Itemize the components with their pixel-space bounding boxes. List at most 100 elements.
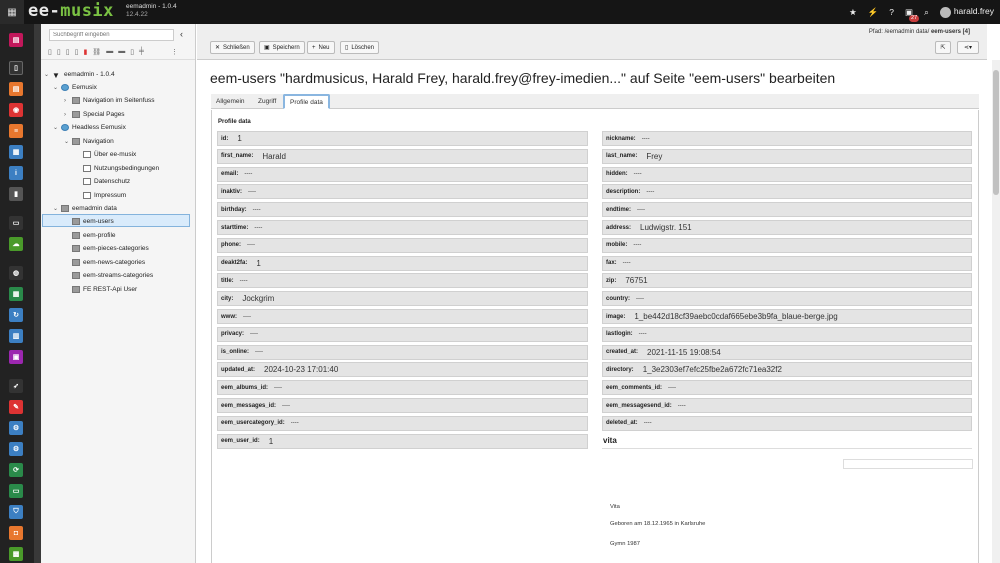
module-scrollbar[interactable]	[34, 24, 41, 563]
field-www[interactable]: www: ----	[217, 309, 588, 324]
field-eem-messagesend-id[interactable]: eem_messagesend_id: ----	[602, 398, 972, 413]
field-eem-messages-id[interactable]: eem_messages_id: ----	[217, 398, 588, 413]
scheduler-icon[interactable]: ▦	[9, 287, 23, 301]
view-module-icon[interactable]: ▤	[9, 82, 23, 96]
notifications-icon[interactable]: ▣ 27	[905, 7, 920, 22]
field-zip[interactable]: zip: 76751	[602, 273, 972, 289]
dashboard-icon[interactable]: ▤	[9, 33, 23, 47]
field-mobile[interactable]: mobile: ----	[602, 237, 972, 253]
new-button[interactable]: + Neu	[307, 41, 335, 54]
tree-node-nav-footer[interactable]: › Navigation im Seitenfuss	[64, 94, 155, 107]
field-city[interactable]: city: Jockgrim	[217, 291, 588, 307]
reload-icon[interactable]: ↻	[9, 308, 23, 322]
tree-node-eem-users[interactable]: eem-users	[72, 215, 114, 228]
field-description[interactable]: description: ----	[602, 184, 972, 200]
table-icon[interactable]: ▥	[9, 329, 23, 343]
page-module-icon[interactable]: ▯	[9, 61, 23, 75]
tab-zugriff[interactable]: Zugriff	[253, 94, 281, 109]
field-eem-user-id[interactable]: eem_user_id: 1	[217, 433, 588, 449]
caret-down-icon[interactable]: ⌄	[53, 124, 61, 131]
page-scrollbar[interactable]	[992, 60, 1000, 563]
field-eem-albums-id[interactable]: eem_albums_id: ----	[217, 380, 588, 396]
field-deleted-at[interactable]: deleted_at: ----	[602, 415, 972, 431]
caret-right-icon[interactable]: ›	[64, 98, 72, 104]
monitor-icon[interactable]: ▭	[9, 484, 23, 498]
flash-icon[interactable]: ⚡	[868, 7, 879, 18]
field-lastlogin[interactable]: lastlogin: ----	[602, 326, 972, 342]
folder-icon[interactable]: ▬	[106, 48, 113, 55]
field-fax[interactable]: fax: ----	[602, 255, 972, 271]
caret-down-icon[interactable]: ⌄	[44, 71, 52, 78]
field-address[interactable]: address: Ludwigstr. 151	[602, 220, 972, 235]
tree-node-ueber[interactable]: Über ee-musix	[83, 148, 136, 161]
field-id[interactable]: id: 1	[217, 131, 588, 146]
field-deakt2fa[interactable]: deakt2fa: 1	[217, 255, 588, 271]
caret-down-icon[interactable]: ⌄	[64, 138, 72, 145]
tree-node-headless[interactable]: ⌄ Headless Eemusix	[53, 121, 126, 134]
tree-node-nutzung[interactable]: Nutzungsbedingungen	[83, 162, 159, 175]
language-icon[interactable]: ◍	[9, 266, 23, 280]
field-directory[interactable]: directory: 1_3e2303ef7efc25fbe2a672fc71ea…	[602, 362, 972, 378]
path-current[interactable]: eem-users [4]	[931, 29, 970, 35]
field-endtime[interactable]: endtime: ----	[602, 202, 972, 218]
tree-node-fe-rest-api[interactable]: FE REST-Api User	[72, 283, 137, 296]
preview-icon[interactable]: ◉	[9, 103, 23, 117]
tree-node-eemadmin-data[interactable]: ⌄ eemadmin data	[53, 202, 117, 215]
tree-node-streams-categories[interactable]: eem-streams-categories	[72, 269, 153, 282]
forms-icon[interactable]: ▦	[9, 145, 23, 159]
field-email[interactable]: email: ----	[217, 166, 588, 182]
new-page-2-icon[interactable]: ▯	[57, 48, 61, 56]
tree-node-root[interactable]: ⌄ ▼ eemadmin - 1.0.4	[44, 68, 115, 81]
caret-down-icon[interactable]: ⌄	[53, 205, 61, 212]
logo[interactable]: ee-musix	[28, 1, 114, 21]
divider-icon[interactable]: ╪	[139, 48, 144, 55]
star-icon[interactable]: ★	[849, 7, 857, 18]
upgrade-icon[interactable]: ⚙	[9, 442, 23, 456]
tree-node-news-categories[interactable]: eem-news-categories	[72, 256, 145, 269]
help-icon[interactable]: ?	[889, 7, 894, 17]
new-page-3-icon[interactable]: ▯	[66, 48, 70, 56]
link-icon[interactable]: ⛓	[92, 48, 101, 56]
field-starttime[interactable]: starttime: ----	[217, 220, 588, 235]
field-updated-at[interactable]: updated_at: 2024-10-23 17:01:40	[217, 362, 588, 378]
list-module-icon[interactable]: ≡	[9, 124, 23, 138]
ext-manager-icon[interactable]: ▩	[9, 547, 23, 561]
template-icon[interactable]: ▣	[9, 350, 23, 364]
settings-icon[interactable]: ⚙	[9, 421, 23, 435]
folder-2-icon[interactable]: ▬	[118, 48, 125, 55]
maintenance-icon[interactable]: ✎	[9, 400, 23, 414]
new-page-icon[interactable]: ▯	[48, 48, 52, 56]
search-icon[interactable]: ⌕	[924, 7, 929, 18]
tree-node-pieces-categories[interactable]: eem-pieces-categories	[72, 242, 149, 255]
field-eem-comments-id[interactable]: eem_comments_id: ----	[602, 380, 972, 396]
field-phone[interactable]: phone: ----	[217, 237, 588, 253]
sync-icon[interactable]: ⟳	[9, 463, 23, 477]
user-menu[interactable]: harald.frey	[939, 6, 994, 18]
collapse-tree-icon[interactable]: ‹	[180, 29, 183, 39]
info-icon[interactable]: i	[9, 166, 23, 180]
tree-node-navigation[interactable]: ⌄ Navigation	[64, 135, 114, 148]
trash-icon[interactable]: ▯	[130, 48, 134, 56]
new-folder-icon[interactable]: ▯	[75, 48, 79, 56]
tab-profile-data[interactable]: Profile data	[283, 94, 330, 109]
vita-rte-content[interactable]: Vita Geboren am 18.12.1965 in Karlsruhe …	[602, 448, 973, 563]
tree-node-datenschutz[interactable]: Datenschutz	[83, 175, 130, 188]
delete-button[interactable]: ▯ Löschen	[340, 41, 379, 54]
extension-icon[interactable]: ◘	[9, 526, 23, 540]
field-privacy[interactable]: privacy: ----	[217, 326, 588, 342]
field-created-at[interactable]: created_at: 2021-11-15 19:08:54	[602, 344, 972, 360]
field-image[interactable]: image: 1_be442d18cf39aebc0cdaf665ebe3b9fa…	[602, 309, 972, 324]
more-icon[interactable]: ⋮	[171, 48, 178, 56]
caret-down-icon[interactable]: ⌄	[53, 84, 61, 91]
field-eem-usercategory-id[interactable]: eem_usercategory_id: ----	[217, 415, 588, 431]
field-nickname[interactable]: nickname: ----	[602, 131, 972, 146]
filelist-icon[interactable]: ▭	[9, 216, 23, 230]
new-record-icon[interactable]: ▮	[83, 48, 87, 56]
app-menu-icon[interactable]: ▦	[0, 0, 24, 24]
caret-right-icon[interactable]: ›	[64, 112, 72, 118]
field-is-online[interactable]: is_online: ----	[217, 344, 588, 360]
field-birthday[interactable]: birthday: ----	[217, 202, 588, 218]
cloud-icon[interactable]: ☁	[9, 237, 23, 251]
save-button[interactable]: ▣ Speichern	[259, 41, 305, 54]
close-button[interactable]: ✕ Schließen	[210, 41, 255, 54]
